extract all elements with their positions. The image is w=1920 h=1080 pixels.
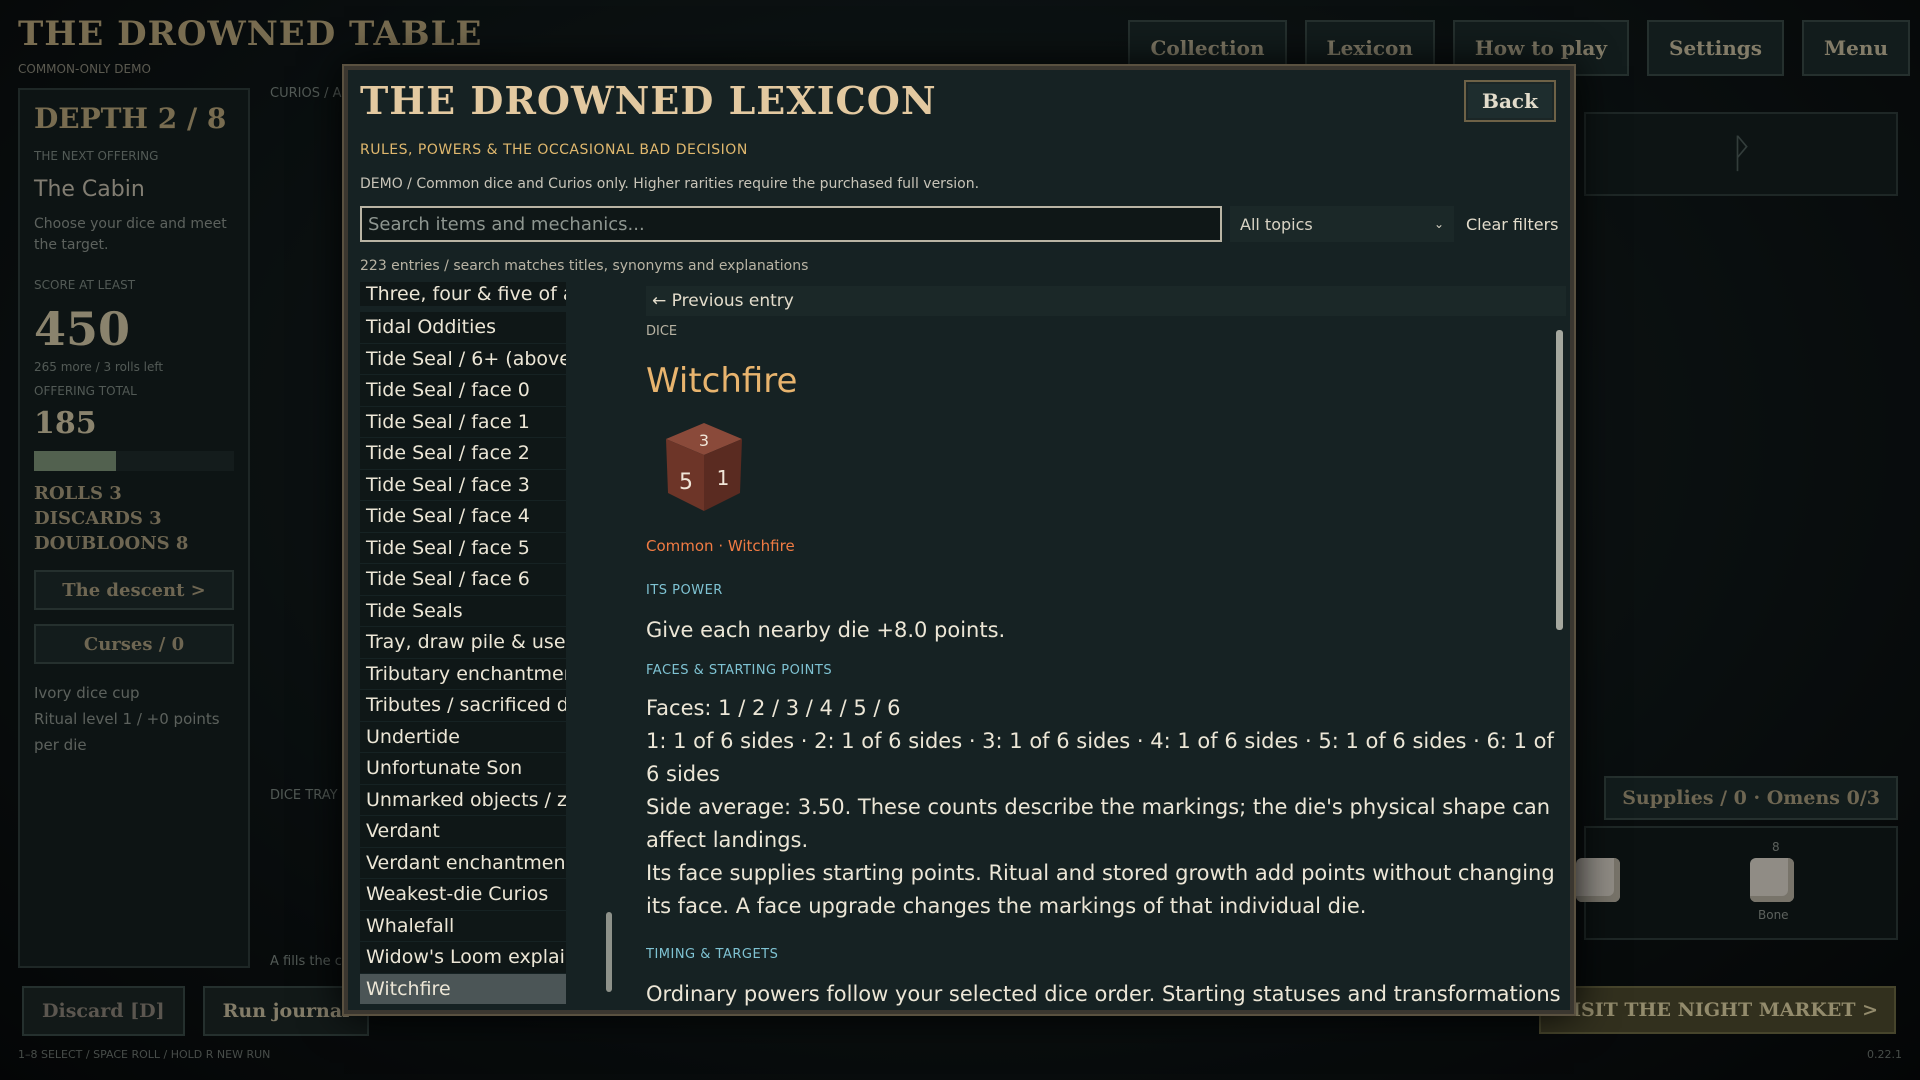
list-item[interactable]: Weakest-die Curios xyxy=(360,879,566,910)
list-item[interactable]: Tide Seal / face 6 xyxy=(360,564,566,595)
list-item[interactable]: Whalefall xyxy=(360,910,566,941)
chevron-down-icon: ⌄ xyxy=(1433,217,1444,231)
list-item[interactable]: Tributary enchantment xyxy=(360,658,566,689)
timing-section-label: TIMING & TARGETS xyxy=(646,947,779,962)
faces-section-label: FACES & STARTING POINTS xyxy=(646,663,833,678)
list-item[interactable]: Tidal Oddities xyxy=(360,312,566,343)
entry-rarity: Common · Witchfire xyxy=(646,537,795,555)
lexicon-subtitle: RULES, POWERS & THE OCCASIONAL BAD DECIS… xyxy=(360,142,748,158)
list-item[interactable]: Tide Seal / face 1 xyxy=(360,406,566,437)
list-item[interactable]: Verdant enchantment xyxy=(360,847,566,878)
faces-line: Side average: 3.50. These counts describ… xyxy=(646,795,1551,852)
entry-list: Three, four & five of a ki... Tidal Oddi… xyxy=(360,282,566,1008)
list-item[interactable]: Tray, draw pile & used d... xyxy=(360,627,566,658)
search-input[interactable] xyxy=(360,206,1222,242)
list-item[interactable]: Tributes / sacrificed dice xyxy=(360,690,566,721)
detail-scrollbar[interactable] xyxy=(1556,330,1563,630)
list-item[interactable]: Verdant xyxy=(360,816,566,847)
list-item[interactable]: Tide Seal / 6+ (above six) xyxy=(360,343,566,374)
back-button[interactable]: Back xyxy=(1464,80,1556,122)
witchfire-die-icon: 3 5 1 xyxy=(666,423,742,511)
power-section-label: ITS POWER xyxy=(646,583,723,598)
faces-line: 1: 1 of 6 sides · 2: 1 of 6 sides · 3: 1… xyxy=(646,729,1554,786)
clear-filters-button[interactable]: Clear filters xyxy=(1466,206,1558,242)
die-top-face: 3 xyxy=(699,431,709,450)
list-item[interactable]: Three, four & five of a ki... xyxy=(360,282,566,306)
list-item[interactable]: Tide Seal / face 5 xyxy=(360,532,566,563)
lexicon-title: THE DROWNED LEXICON xyxy=(360,78,937,123)
timing-text: Ordinary powers follow your selected dic… xyxy=(646,982,1561,1006)
list-scrollbar[interactable] xyxy=(606,912,612,992)
die-left-face: 5 xyxy=(679,470,693,495)
list-item[interactable]: Undertide xyxy=(360,721,566,752)
list-item[interactable]: Widow's Loom explained xyxy=(360,942,566,973)
list-item[interactable]: Unmarked objects / zer... xyxy=(360,784,566,815)
list-item[interactable]: Tide Seal / face 0 xyxy=(360,375,566,406)
list-item[interactable]: Tide Seal / face 4 xyxy=(360,501,566,532)
topic-select-value: All topics xyxy=(1240,214,1313,234)
entry-name: Witchfire xyxy=(646,361,798,401)
faces-line: Faces: 1 / 2 / 3 / 4 / 5 / 6 xyxy=(646,696,901,720)
entry-count: 223 entries / search matches titles, syn… xyxy=(360,258,809,274)
lexicon-modal: THE DROWNED LEXICON Back RULES, POWERS &… xyxy=(344,66,1574,1014)
list-item[interactable]: Tide Seal / face 2 xyxy=(360,438,566,469)
power-text: Give each nearby die +8.0 points. xyxy=(646,618,1006,642)
entry-detail: ← Previous entry DICE Witchfire 3 5 1 Co… xyxy=(646,286,1566,1008)
faces-line: Its face supplies starting points. Ritua… xyxy=(646,861,1555,918)
topic-select[interactable]: All topics ⌄ xyxy=(1230,206,1454,242)
faces-text: Faces: 1 / 2 / 3 / 4 / 5 / 6 1: 1 of 6 s… xyxy=(646,692,1566,923)
list-item[interactable]: Tide Seal / face 3 xyxy=(360,469,566,500)
previous-entry-button[interactable]: ← Previous entry xyxy=(646,286,1566,316)
die-right-face: 1 xyxy=(717,466,730,490)
list-item[interactable]: Unfortunate Son xyxy=(360,753,566,784)
list-item[interactable]: Tide Seals xyxy=(360,595,566,626)
demo-note: DEMO / Common dice and Curios only. High… xyxy=(360,176,980,192)
list-item-selected[interactable]: Witchfire xyxy=(360,973,566,1004)
entry-category: DICE xyxy=(646,324,678,339)
